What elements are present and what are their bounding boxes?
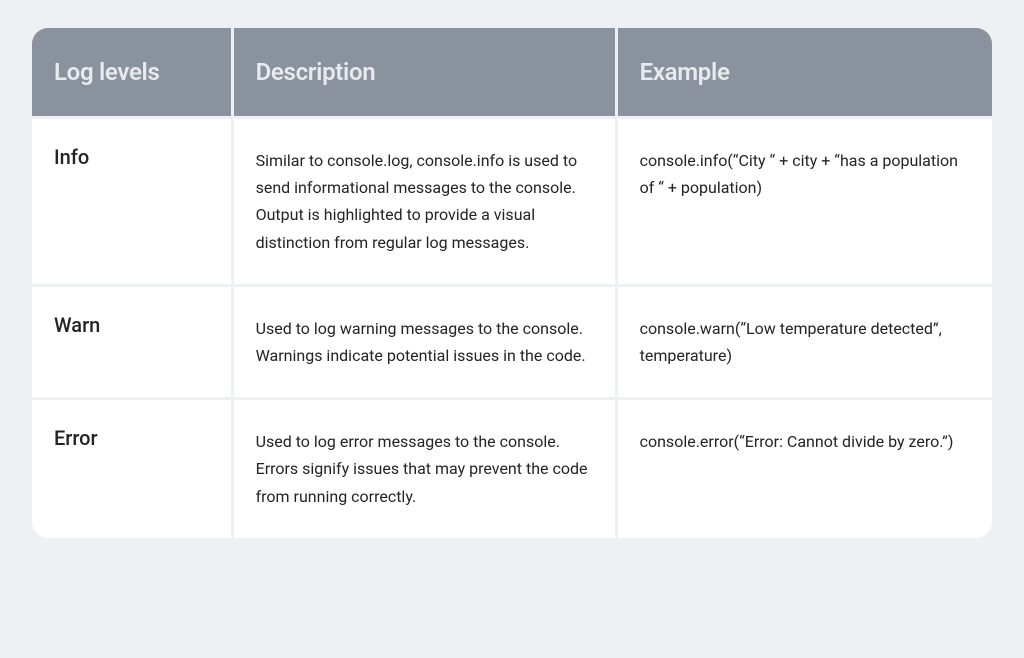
level-cell: Error: [32, 400, 234, 538]
log-levels-table: Log levels Description Example Info Simi…: [32, 28, 992, 538]
example-cell: console.error(“Error: Cannot divide by z…: [618, 400, 992, 538]
table-row: Info Similar to console.log, console.inf…: [32, 116, 992, 284]
table-row: Error Used to log error messages to the …: [32, 397, 992, 538]
example-cell: console.info(“City “ + city + “has a pop…: [618, 119, 992, 284]
header-description: Description: [234, 28, 618, 116]
example-cell: console.warn(“Low temperature detected”,…: [618, 287, 992, 397]
description-cell: Used to log error messages to the consol…: [234, 400, 618, 538]
description-cell: Similar to console.log, console.info is …: [234, 119, 618, 284]
table-row: Warn Used to log warning messages to the…: [32, 284, 992, 397]
level-cell: Warn: [32, 287, 234, 397]
header-log-levels: Log levels: [32, 28, 234, 116]
table-header-row: Log levels Description Example: [32, 28, 992, 116]
description-cell: Used to log warning messages to the cons…: [234, 287, 618, 397]
header-example: Example: [618, 28, 992, 116]
level-cell: Info: [32, 119, 234, 284]
